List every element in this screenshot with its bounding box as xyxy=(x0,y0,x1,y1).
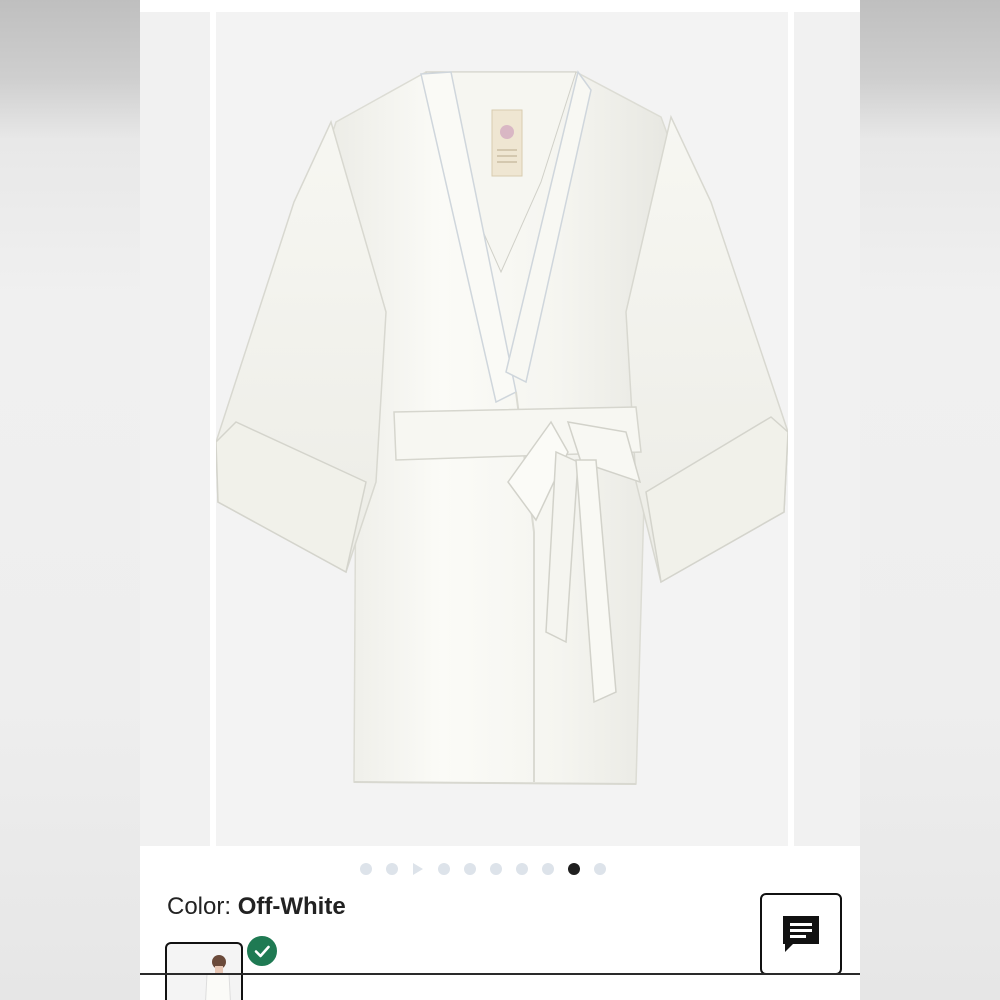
color-selection-label: Color: Off-White xyxy=(167,893,346,921)
pagination-dot-active[interactable] xyxy=(568,863,580,875)
check-icon xyxy=(254,945,270,958)
product-page: Color: Off-White xyxy=(140,0,860,1000)
carousel-pagination xyxy=(360,862,606,876)
pagination-dot[interactable] xyxy=(594,863,606,875)
color-label: Color: xyxy=(167,893,232,920)
pagination-dot[interactable] xyxy=(438,863,450,875)
previous-slide-peek[interactable] xyxy=(140,12,210,846)
play-icon[interactable] xyxy=(413,863,423,875)
pagination-dot[interactable] xyxy=(542,863,554,875)
kimono-robe-image xyxy=(216,70,788,785)
blurred-background-right xyxy=(860,0,1000,1000)
product-image[interactable] xyxy=(216,12,788,846)
pagination-dot[interactable] xyxy=(516,863,528,875)
pagination-dot[interactable] xyxy=(464,863,476,875)
next-slide-peek[interactable] xyxy=(794,12,860,846)
color-swatch-off-white[interactable] xyxy=(165,942,243,1000)
pagination-dot[interactable] xyxy=(490,863,502,875)
divider xyxy=(140,973,860,975)
pagination-dot[interactable] xyxy=(386,863,398,875)
blurred-background-left xyxy=(0,0,140,1000)
selected-check-badge xyxy=(245,934,279,968)
image-carousel[interactable] xyxy=(140,12,860,846)
swatch-thumbnail xyxy=(205,955,231,1000)
chat-icon xyxy=(783,916,819,952)
pagination-dot[interactable] xyxy=(360,863,372,875)
color-value: Off-White xyxy=(237,893,346,920)
chat-button[interactable] xyxy=(760,893,842,975)
